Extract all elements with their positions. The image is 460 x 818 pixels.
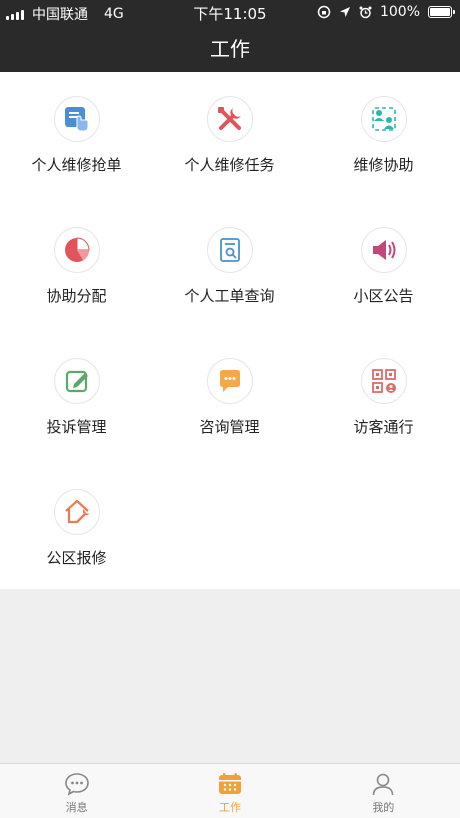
- tab-messages[interactable]: 消息: [0, 764, 153, 818]
- top-bar: 中国联通 4G 下午11:05 100% 工作: [0, 0, 460, 72]
- tile-label: 个人维修任务: [184, 156, 275, 174]
- tile-repair-grab[interactable]: 个人维修抢单: [0, 72, 153, 203]
- rotation-lock-icon: [317, 5, 331, 19]
- tile-label: 访客通行: [353, 418, 414, 436]
- tile-announcement[interactable]: 小区公告: [307, 203, 460, 334]
- tab-work[interactable]: 工作: [153, 764, 306, 818]
- tile-label: 咨询管理: [199, 418, 260, 436]
- tab-label: 消息: [65, 801, 88, 814]
- user-icon: [373, 773, 394, 796]
- tab-label: 我的: [372, 801, 395, 814]
- edit-icon: [65, 370, 88, 393]
- tile-complaint[interactable]: 投诉管理: [0, 334, 153, 465]
- tile-assist-allocate[interactable]: 协助分配: [0, 203, 153, 334]
- location-icon: [339, 7, 350, 17]
- pie-chart-icon: [64, 237, 90, 262]
- tile-label: 投诉管理: [46, 418, 107, 436]
- hand-tap-icon: [64, 107, 88, 132]
- calendar-icon: [218, 773, 241, 794]
- tab-mine[interactable]: 我的: [307, 764, 460, 818]
- qr-visitor-icon: [371, 369, 396, 393]
- function-grid: 个人维修抢单 个人维修任务 维修协助 协助分配 个人工单查询 小区公告 投诉管理…: [0, 72, 460, 589]
- page-title: 工作: [210, 37, 250, 61]
- tab-label: 工作: [218, 801, 241, 814]
- alarm-icon: [359, 6, 372, 18]
- speaker-icon: [372, 240, 395, 260]
- tools-icon: [217, 107, 241, 130]
- chat-bubble-icon: [219, 370, 240, 392]
- tile-repair-tasks[interactable]: 个人维修任务: [153, 72, 306, 203]
- tile-consult[interactable]: 咨询管理: [153, 334, 306, 465]
- team-assist-icon: [371, 107, 396, 131]
- house-wrench-icon: [64, 499, 89, 524]
- tab-bar: 消息 工作 我的: [0, 763, 460, 818]
- tile-label: 维修协助: [353, 156, 414, 174]
- status-bar: 中国联通 4G 下午11:05 100%: [0, 0, 460, 24]
- tile-repair-assist[interactable]: 维修协助: [307, 72, 460, 203]
- tile-public-repair[interactable]: 公区报修: [0, 465, 153, 596]
- battery-percent: 100%: [379, 4, 420, 20]
- tile-label: 个人工单查询: [184, 287, 275, 305]
- tile-visitor-pass[interactable]: 访客通行: [307, 334, 460, 465]
- tile-label: 公区报修: [46, 549, 107, 567]
- document-search-icon: [219, 238, 240, 262]
- message-icon: [64, 773, 89, 796]
- tile-label: 小区公告: [353, 287, 414, 305]
- tile-label: 协助分配: [46, 287, 107, 305]
- tile-label: 个人维修抢单: [31, 156, 122, 174]
- battery-icon: [428, 6, 455, 18]
- tile-order-query[interactable]: 个人工单查询: [153, 203, 306, 334]
